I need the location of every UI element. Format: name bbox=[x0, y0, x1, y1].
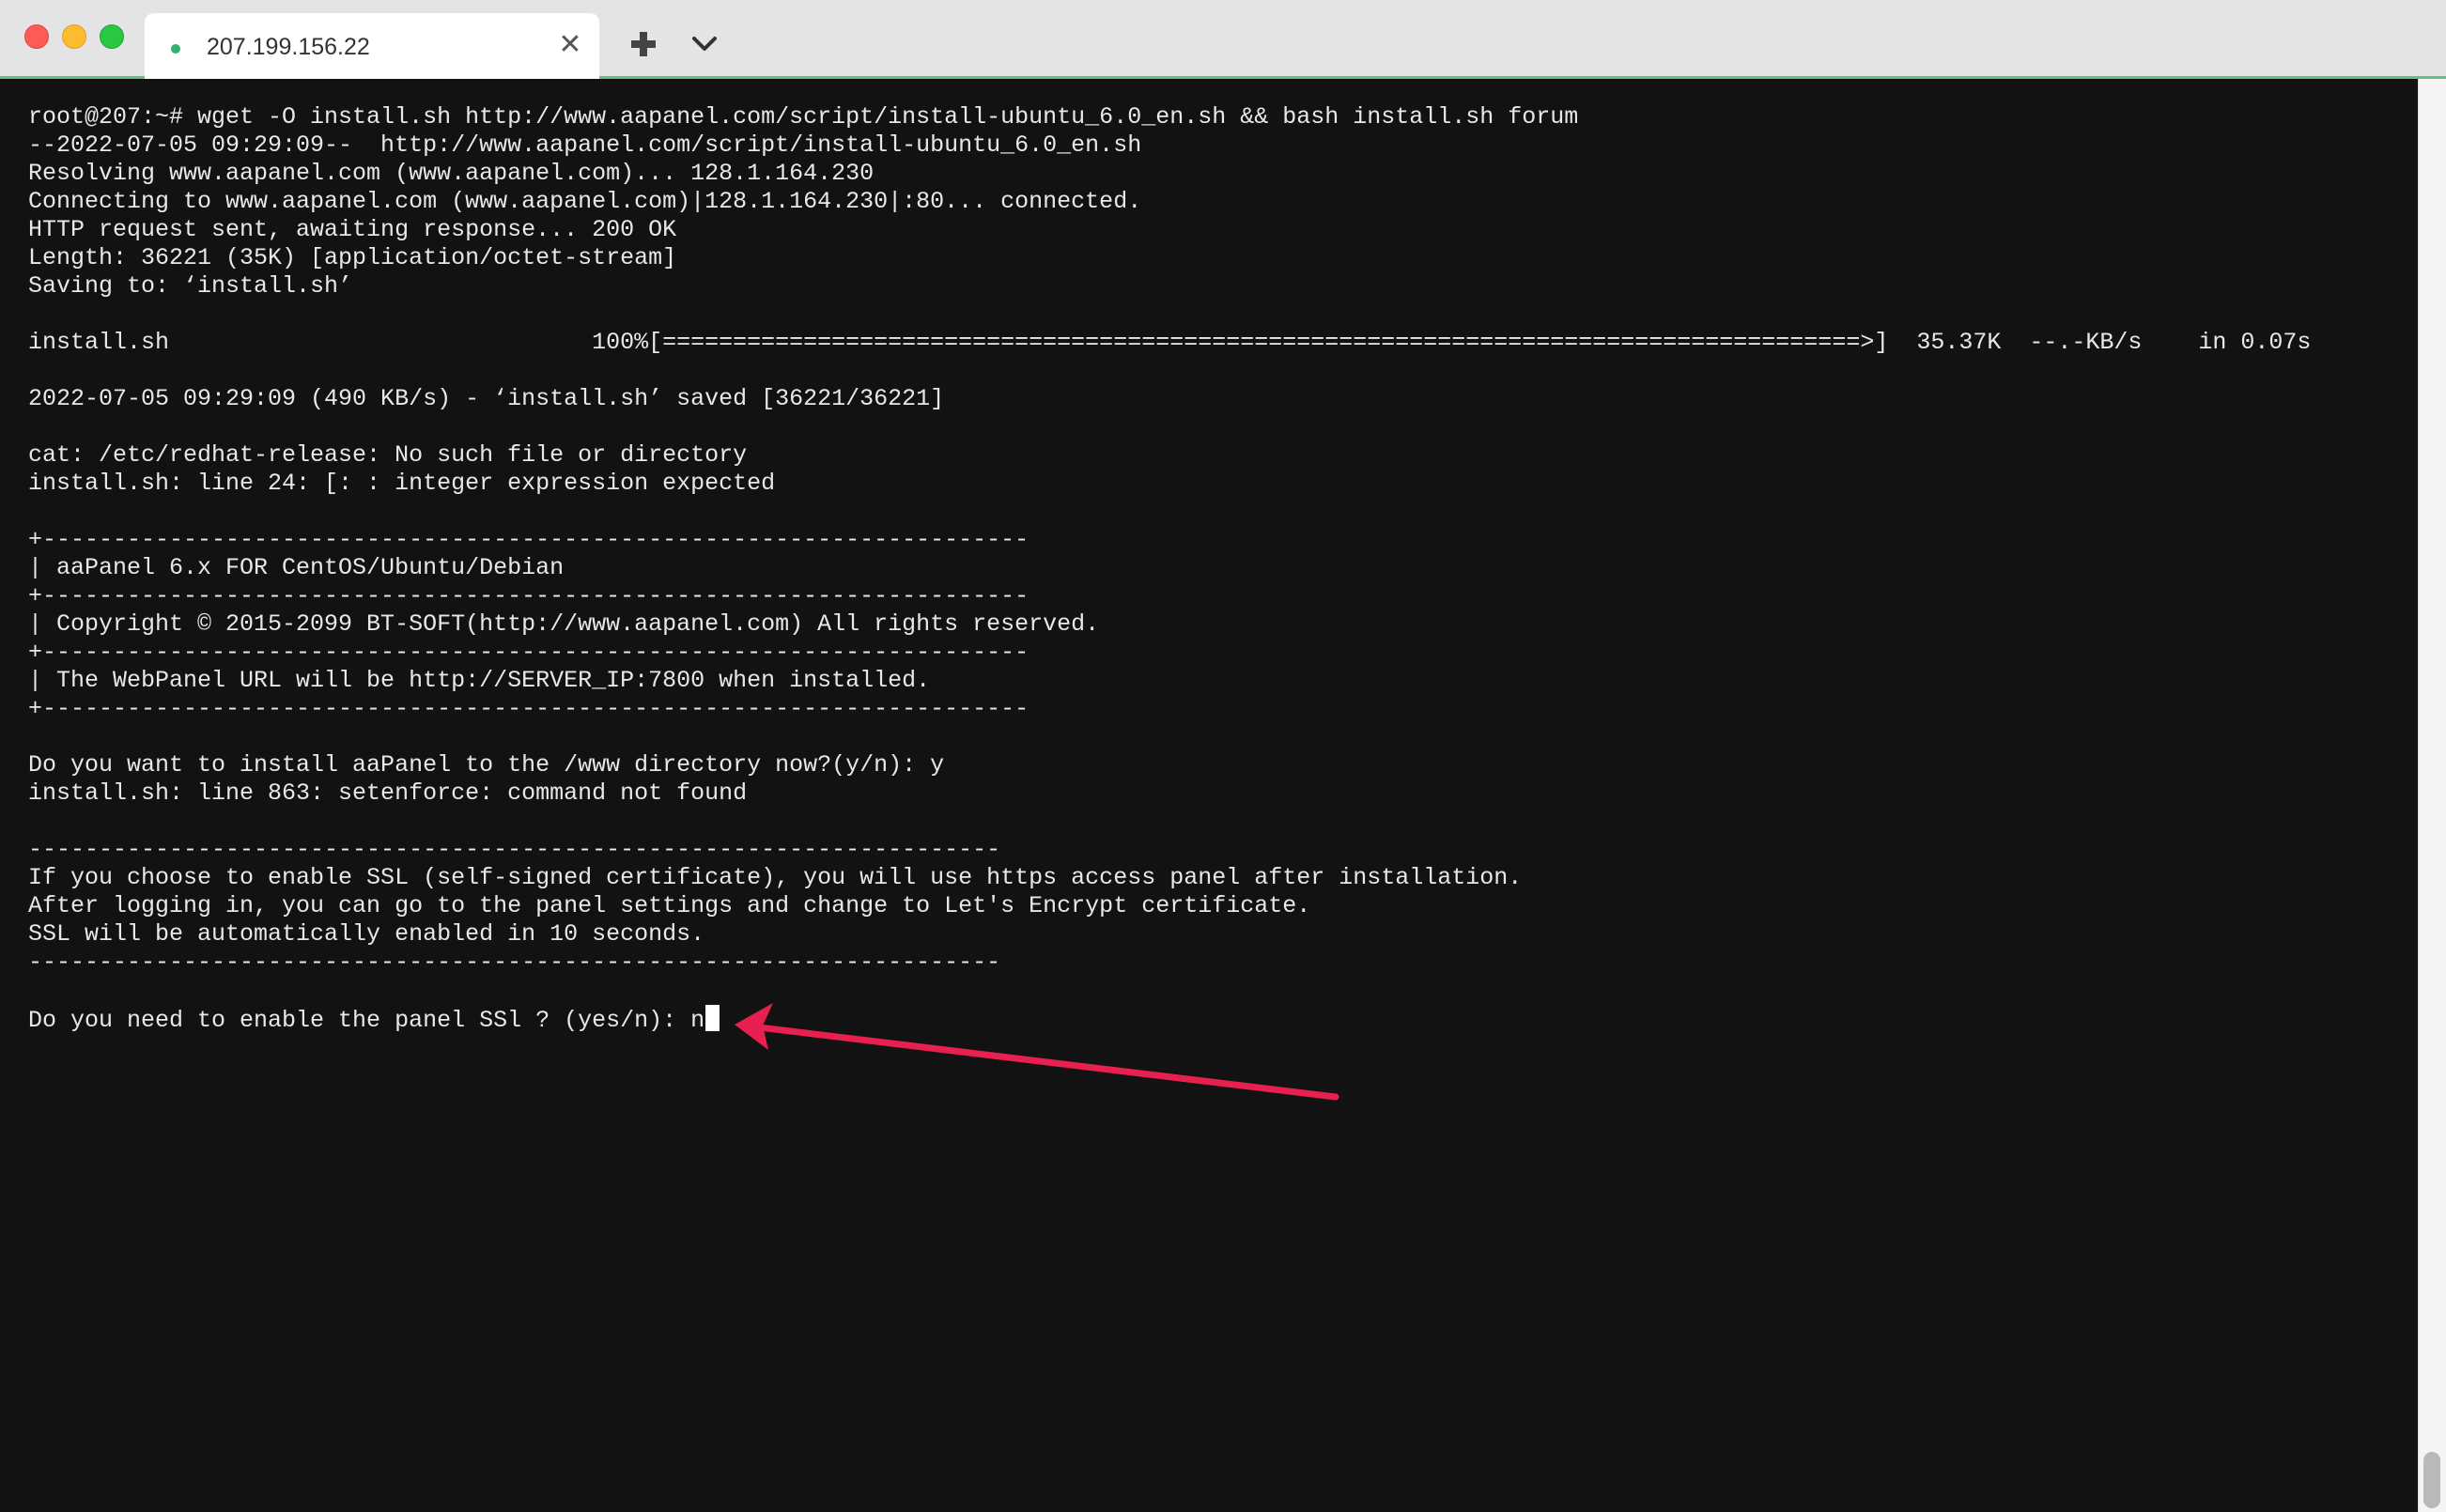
terminal-line: If you choose to enable SSL (self-signed… bbox=[28, 864, 1523, 891]
terminal-text: root@207:~# wget -O install.sh http://ww… bbox=[28, 103, 2312, 1034]
terminal-line: | Copyright © 2015-2099 BT-SOFT(http://w… bbox=[28, 610, 1100, 638]
terminal-line: Connecting to www.aapanel.com (www.aapan… bbox=[28, 188, 1142, 215]
terminal-line: | aaPanel 6.x FOR CentOS/Ubuntu/Debian bbox=[28, 554, 565, 581]
terminal-line: ----------------------------------------… bbox=[28, 836, 1001, 863]
terminal-line: +---------------------------------------… bbox=[28, 526, 1029, 553]
scrollbar-thumb[interactable] bbox=[2423, 1452, 2440, 1508]
new-tab-button[interactable] bbox=[627, 28, 659, 60]
tab-title: 207.199.156.22 bbox=[207, 34, 370, 60]
terminal-line: install.sh 100%[========================… bbox=[28, 329, 2312, 356]
terminal-line: --2022-07-05 09:29:09-- http://www.aapan… bbox=[28, 131, 1142, 159]
close-window-button[interactable] bbox=[24, 24, 49, 49]
terminal-line: 2022-07-05 09:29:09 (490 KB/s) - ‘instal… bbox=[28, 385, 945, 412]
terminal-line: install.sh: line 24: [: : integer expres… bbox=[28, 470, 776, 497]
minimize-window-button[interactable] bbox=[62, 24, 86, 49]
tab-close-icon[interactable]: ✕ bbox=[556, 30, 584, 60]
connection-status-icon bbox=[171, 44, 180, 54]
terminal-line: After logging in, you can go to the pane… bbox=[28, 892, 1311, 919]
maximize-window-button[interactable] bbox=[100, 24, 124, 49]
terminal-line: Saving to: ‘install.sh’ bbox=[28, 272, 353, 300]
browser-titlebar: 207.199.156.22 ✕ bbox=[0, 0, 2446, 79]
terminal-line: | The WebPanel URL will be http://SERVER… bbox=[28, 667, 931, 694]
plus-icon bbox=[631, 32, 656, 56]
tab-ssh-session[interactable]: 207.199.156.22 ✕ bbox=[145, 13, 599, 79]
terminal-line: Do you want to install aaPanel to the /w… bbox=[28, 751, 945, 779]
terminal-scrollbar[interactable] bbox=[2418, 79, 2446, 1512]
terminal-line: install.sh: line 863: setenforce: comman… bbox=[28, 779, 748, 807]
tab-list-dropdown[interactable] bbox=[689, 28, 720, 60]
terminal-line: Resolving www.aapanel.com (www.aapanel.c… bbox=[28, 160, 875, 187]
terminal-line: root@207:~# wget -O install.sh http://ww… bbox=[28, 103, 1579, 131]
terminal-line: +---------------------------------------… bbox=[28, 639, 1029, 666]
terminal-output[interactable]: root@207:~# wget -O install.sh http://ww… bbox=[0, 79, 2418, 1512]
terminal-line: +---------------------------------------… bbox=[28, 582, 1029, 609]
ssl-prompt-line: Do you need to enable the panel SSl ? (y… bbox=[28, 1005, 2311, 1034]
ssl-prompt-text: Do you need to enable the panel SSl ? (y… bbox=[28, 1007, 705, 1034]
terminal-line: Length: 36221 (35K) [application/octet-s… bbox=[28, 244, 677, 271]
terminal-line: ----------------------------------------… bbox=[28, 949, 1001, 976]
terminal-cursor bbox=[705, 1005, 720, 1031]
terminal-line: +---------------------------------------… bbox=[28, 695, 1029, 722]
terminal-line: cat: /etc/redhat-release: No such file o… bbox=[28, 441, 748, 469]
chevron-down-icon bbox=[692, 37, 717, 51]
terminal-line: HTTP request sent, awaiting response... … bbox=[28, 216, 677, 243]
terminal-line: SSL will be automatically enabled in 10 … bbox=[28, 920, 705, 948]
